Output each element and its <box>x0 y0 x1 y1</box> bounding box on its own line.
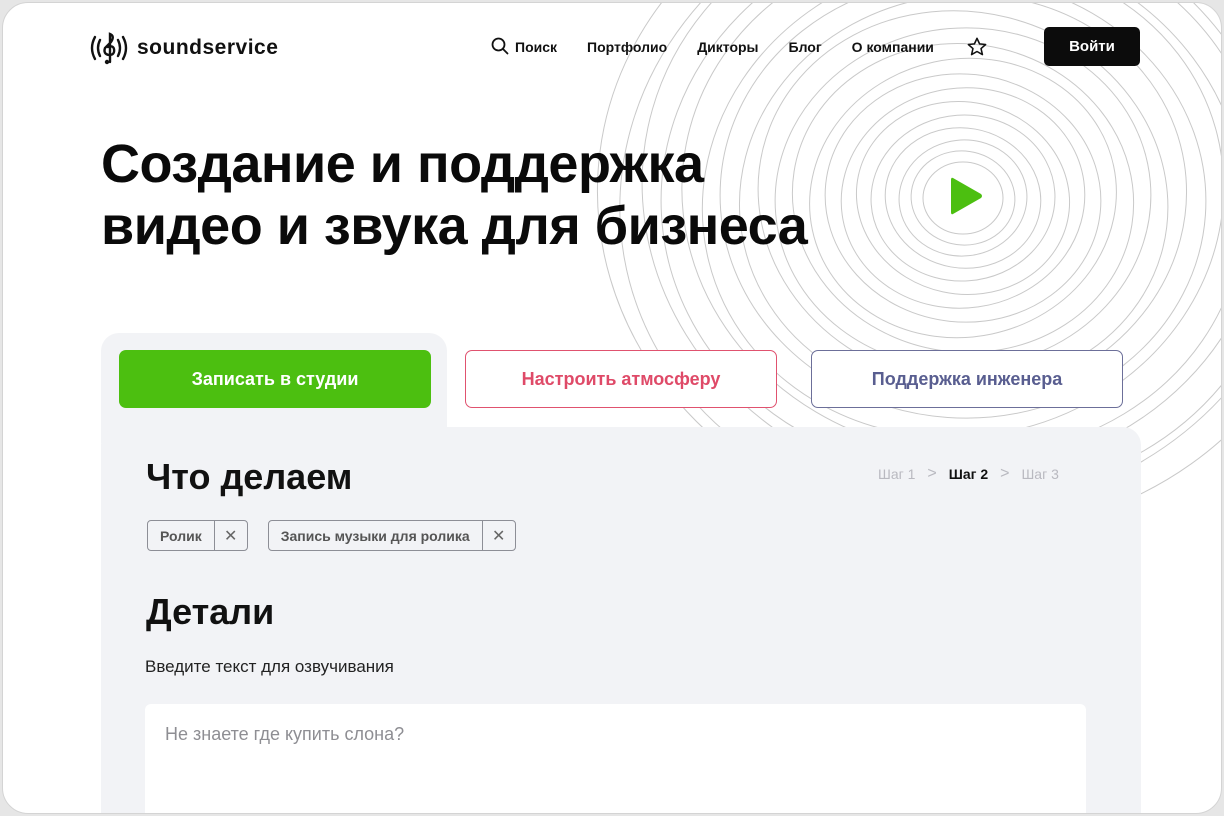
step-1[interactable]: Шаг 1 <box>878 466 915 482</box>
chip-label: Ролик <box>160 527 202 544</box>
hero-title-line-2: видео и звука для бизнеса <box>101 196 808 256</box>
tab-record-studio[interactable]: Записать в студии <box>119 350 431 408</box>
chip-label: Запись музыки для ролика <box>280 527 470 544</box>
nav-speakers[interactable]: Дикторы <box>697 39 758 55</box>
section-details-title: Детали <box>146 591 275 632</box>
treble-clef-icon <box>87 29 131 67</box>
logo-text: soundservice <box>137 36 279 59</box>
step-3[interactable]: Шаг 3 <box>1021 466 1058 482</box>
voiceover-text-input[interactable]: Не знаете где купить слона? <box>145 704 1086 813</box>
close-icon[interactable]: ✕ <box>213 521 247 550</box>
nav-about[interactable]: О компании <box>852 39 934 55</box>
nav-portfolio[interactable]: Портфолио <box>587 39 667 55</box>
hero-title: Создание и поддержка видео и звука для б… <box>101 133 901 257</box>
page-frame: soundservice Поиск Портфолио Дикторы Бло… <box>2 2 1222 814</box>
login-button[interactable]: Войти <box>1044 27 1140 66</box>
hero-title-line-1: Создание и поддержка <box>101 134 704 194</box>
main-nav: Поиск Портфолио Дикторы Блог О компании <box>491 35 1018 59</box>
tab-engineer-support[interactable]: Поддержка инженера <box>811 350 1123 408</box>
chevron-right-icon: > <box>1000 465 1010 482</box>
voiceover-text-label: Введите текст для озвучивания <box>145 657 394 676</box>
tab-set-atmosphere[interactable]: Настроить атмосферу <box>465 350 777 408</box>
selected-chips: Ролик ✕ Запись музыки для ролика ✕ <box>147 520 516 551</box>
logo[interactable]: soundservice <box>87 29 278 67</box>
search-icon <box>491 37 509 58</box>
chip-music-recording: Запись музыки для ролика ✕ <box>267 520 516 551</box>
nav-search[interactable]: Поиск <box>491 37 557 58</box>
nav-blog[interactable]: Блог <box>789 39 822 55</box>
chevron-right-icon: > <box>927 465 937 482</box>
step-2[interactable]: Шаг 2 <box>949 466 988 482</box>
site-header: soundservice Поиск Портфолио Дикторы Бло… <box>3 3 1221 93</box>
chip-video: Ролик ✕ <box>147 520 248 551</box>
close-icon[interactable]: ✕ <box>481 521 515 550</box>
section-what-we-do-title: Что делаем <box>146 456 353 497</box>
star-icon[interactable] <box>966 36 988 58</box>
step-breadcrumb: Шаг 1 > Шаг 2 > Шаг 3 <box>878 465 1059 483</box>
play-icon[interactable] <box>947 173 987 219</box>
nav-search-label: Поиск <box>515 39 558 55</box>
